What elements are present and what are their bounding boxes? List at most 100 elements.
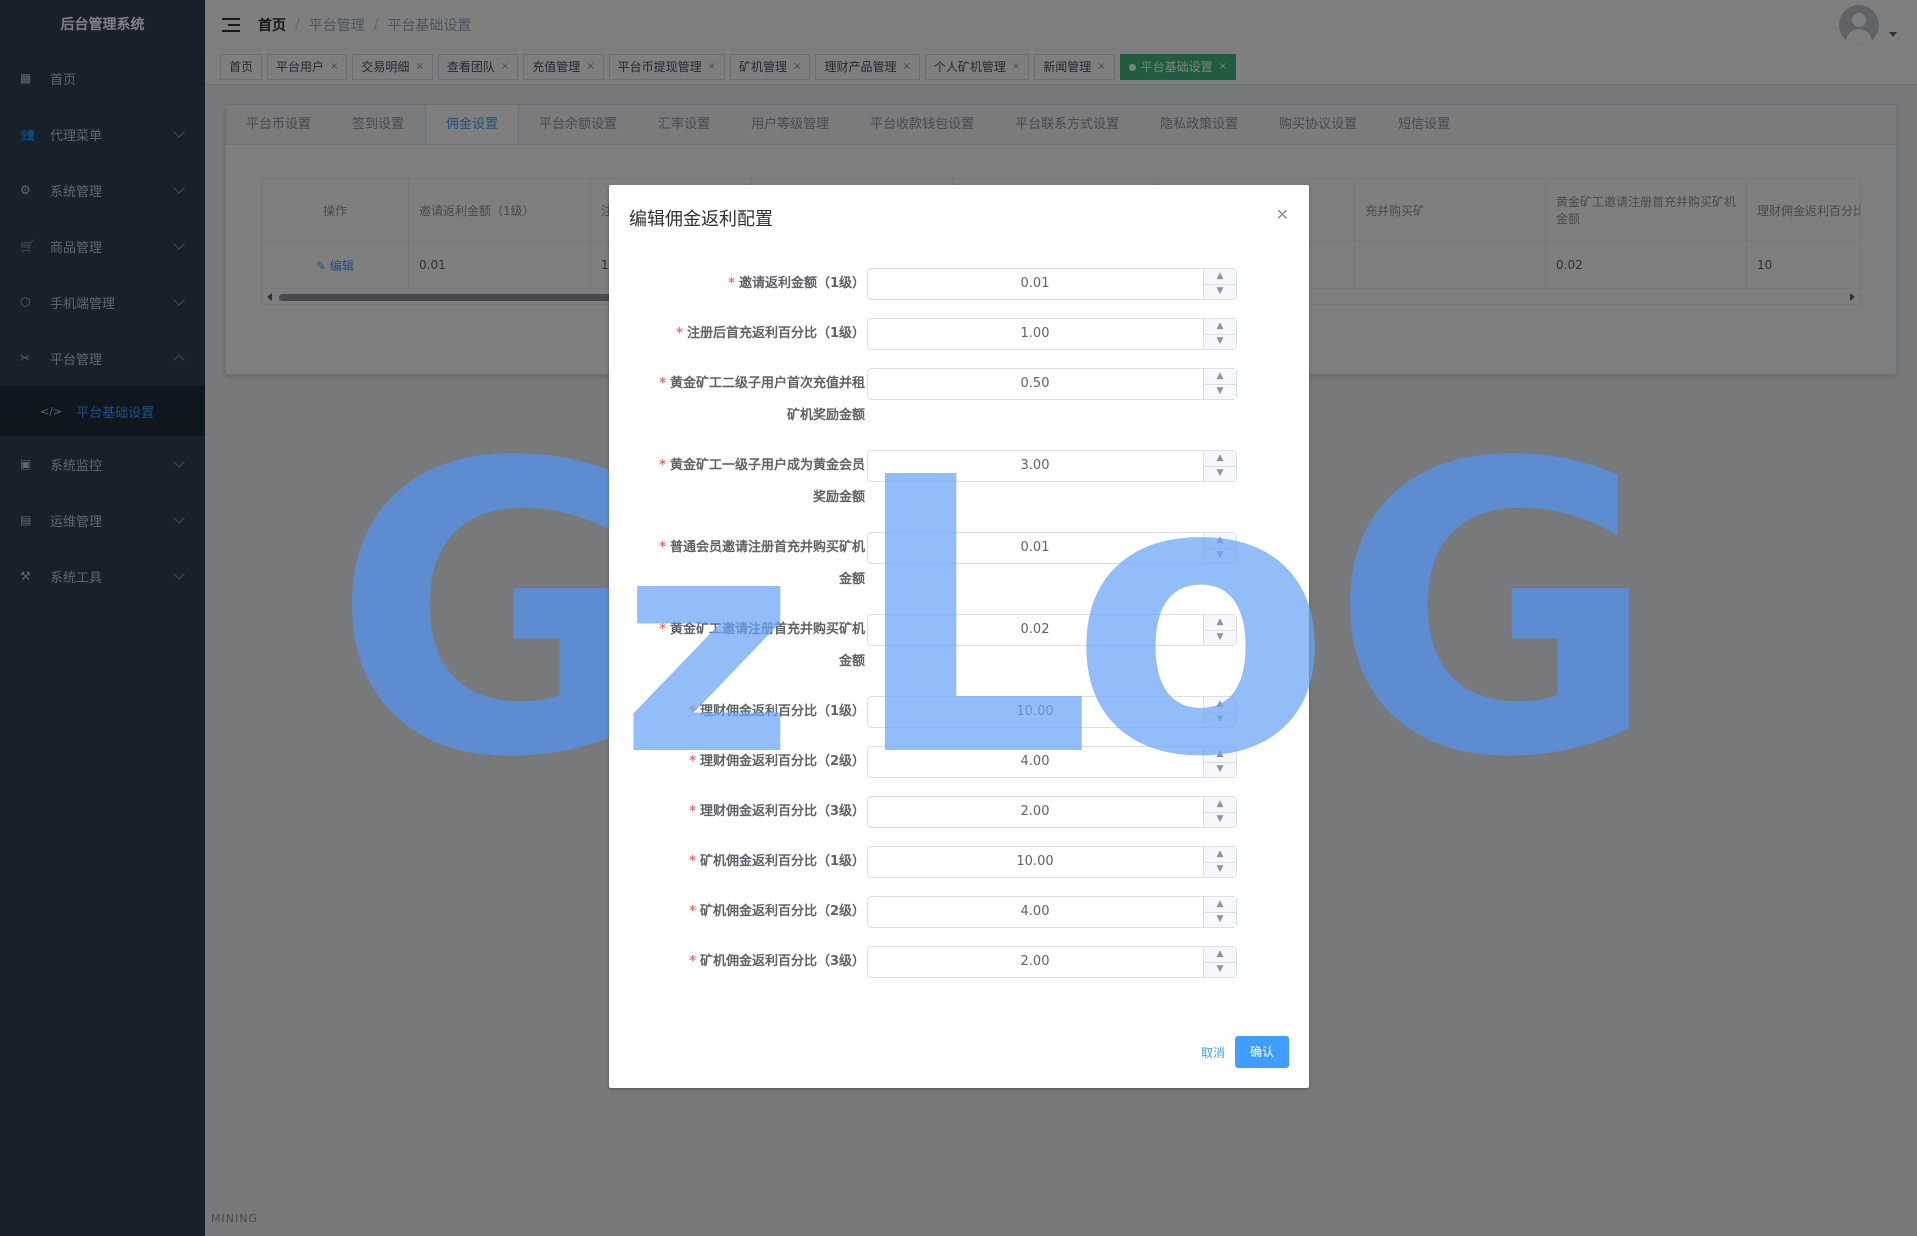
decrease-icon[interactable]: ▼ [1204,466,1236,481]
increase-icon[interactable]: ▲ [1204,319,1236,335]
form-label: * 普通会员邀请注册首充并购买矿机金额 [629,532,865,596]
form-label-text: 普通会员邀请注册首充并购买矿机 [669,540,865,555]
decrease-icon[interactable]: ▼ [1204,862,1236,877]
increase-icon[interactable]: ▲ [1204,269,1236,285]
increase-icon[interactable]: ▲ [1204,897,1236,913]
decrease-icon[interactable]: ▼ [1204,762,1236,777]
stepper-controls: ▲ ▼ [1203,947,1236,977]
form-label: * 理财佣金返利百分比（1级） [629,696,865,728]
required-asterisk: * [689,854,696,869]
form-label-text: 理财佣金返利百分比（3级） [699,804,865,819]
form-label: * 矿机佣金返利百分比（3级） [629,946,865,978]
increase-icon[interactable]: ▲ [1204,747,1236,763]
increase-icon[interactable]: ▲ [1204,451,1236,467]
form-label: * 黄金矿工二级子用户首次充值并租矿机奖励金额 [629,368,865,432]
number-input[interactable]: 0.50 ▲ ▼ [867,368,1237,400]
form-label: * 矿机佣金返利百分比（1级） [629,846,865,878]
form-label-text: 金额 [838,654,865,669]
decrease-icon[interactable]: ▼ [1204,712,1236,727]
increase-icon[interactable]: ▲ [1204,847,1236,863]
number-input[interactable]: 2.00 ▲ ▼ [867,796,1237,828]
number-input[interactable]: 0.01 ▲ ▼ [867,268,1237,300]
number-input-value[interactable]: 3.00 [868,451,1202,481]
increase-icon[interactable]: ▲ [1204,369,1236,385]
stepper-controls: ▲ ▼ [1203,697,1236,727]
dialog-title: 编辑佣金返利配置 [629,209,773,230]
form-label: * 黄金矿工邀请注册首充并购买矿机金额 [629,614,865,678]
form-label-text: 理财佣金返利百分比（2级） [699,754,865,769]
form-label: * 邀请返利金额（1级） [629,268,865,300]
number-input[interactable]: 10.00 ▲ ▼ [867,846,1237,878]
number-input-value[interactable]: 0.01 [868,533,1202,563]
form-label-text: 奖励金额 [812,490,865,505]
number-input-value[interactable]: 10.00 [868,847,1202,877]
form-label: * 黄金矿工一级子用户成为黄金会员奖励金额 [629,450,865,514]
form-label: * 理财佣金返利百分比（2级） [629,746,865,778]
edit-commission-dialog: 编辑佣金返利配置 ✕ * 邀请返利金额（1级） 0.01 ▲ ▼ * 注册后首充返利百分比（… [609,185,1309,1088]
form-label-text: 邀请返利金额（1级） [738,276,865,291]
form-label-text: 金额 [838,572,865,587]
form-label-text: 黄金矿工邀请注册首充并购买矿机 [669,622,865,637]
decrease-icon[interactable]: ▼ [1204,548,1236,563]
number-input-value[interactable]: 0.50 [868,369,1202,399]
form-label-text: 矿机佣金返利百分比（3级） [699,954,865,969]
stepper-controls: ▲ ▼ [1203,847,1236,877]
number-input[interactable]: 4.00 ▲ ▼ [867,746,1237,778]
decrease-icon[interactable]: ▼ [1204,284,1236,299]
increase-icon[interactable]: ▲ [1204,947,1236,963]
stepper-controls: ▲ ▼ [1203,319,1236,349]
number-input-value[interactable]: 0.02 [868,615,1202,645]
number-input-value[interactable]: 0.01 [868,269,1202,299]
increase-icon[interactable]: ▲ [1204,615,1236,631]
number-input[interactable]: 3.00 ▲ ▼ [867,450,1237,482]
number-input[interactable]: 2.00 ▲ ▼ [867,946,1237,978]
form-label: * 矿机佣金返利百分比（2级） [629,896,865,928]
form-label-text: 矿机佣金返利百分比（1级） [699,854,865,869]
increase-icon[interactable]: ▲ [1204,533,1236,549]
required-asterisk: * [659,376,666,391]
number-input-value[interactable]: 2.00 [868,797,1202,827]
required-asterisk: * [659,458,666,473]
confirm-button[interactable]: 确认 [1234,1036,1289,1068]
cancel-button[interactable]: 取消 [1201,1044,1225,1061]
close-icon[interactable]: ✕ [1276,205,1289,224]
stepper-controls: ▲ ▼ [1203,269,1236,299]
decrease-icon[interactable]: ▼ [1204,812,1236,827]
decrease-icon[interactable]: ▼ [1204,334,1236,349]
decrease-icon[interactable]: ▼ [1204,630,1236,645]
required-asterisk: * [659,622,666,637]
number-input[interactable]: 0.01 ▲ ▼ [867,532,1237,564]
number-input-value[interactable]: 1.00 [868,319,1202,349]
required-asterisk: * [728,276,735,291]
number-input[interactable]: 1.00 ▲ ▼ [867,318,1237,350]
stepper-controls: ▲ ▼ [1203,747,1236,777]
increase-icon[interactable]: ▲ [1204,697,1236,713]
decrease-icon[interactable]: ▼ [1204,962,1236,977]
number-input[interactable]: 10.00 ▲ ▼ [867,696,1237,728]
form-label-text: 黄金矿工二级子用户首次充值并租 [669,376,865,391]
required-asterisk: * [676,326,683,341]
form-label-text: 注册后首充返利百分比（1级） [686,326,865,341]
required-asterisk: * [659,540,666,555]
number-input-value[interactable]: 4.00 [868,747,1202,777]
required-asterisk: * [689,904,696,919]
form-label-text: 黄金矿工一级子用户成为黄金会员 [669,458,865,473]
increase-icon[interactable]: ▲ [1204,797,1236,813]
required-asterisk: * [689,804,696,819]
number-input-value[interactable]: 4.00 [868,897,1202,927]
form-label: * 注册后首充返利百分比（1级） [629,318,865,350]
stepper-controls: ▲ ▼ [1203,797,1236,827]
decrease-icon[interactable]: ▼ [1204,384,1236,399]
stepper-controls: ▲ ▼ [1203,369,1236,399]
number-input[interactable]: 4.00 ▲ ▼ [867,896,1237,928]
required-asterisk: * [689,704,696,719]
dialog-footer: 取消 确认 [1201,1036,1289,1068]
decrease-icon[interactable]: ▼ [1204,912,1236,927]
number-input[interactable]: 0.02 ▲ ▼ [867,614,1237,646]
required-asterisk: * [689,754,696,769]
number-input-value[interactable]: 10.00 [868,697,1202,727]
number-input-value[interactable]: 2.00 [868,947,1202,977]
form-label-text: 矿机奖励金额 [786,408,865,423]
stepper-controls: ▲ ▼ [1203,615,1236,645]
form-label: * 理财佣金返利百分比（3级） [629,796,865,828]
